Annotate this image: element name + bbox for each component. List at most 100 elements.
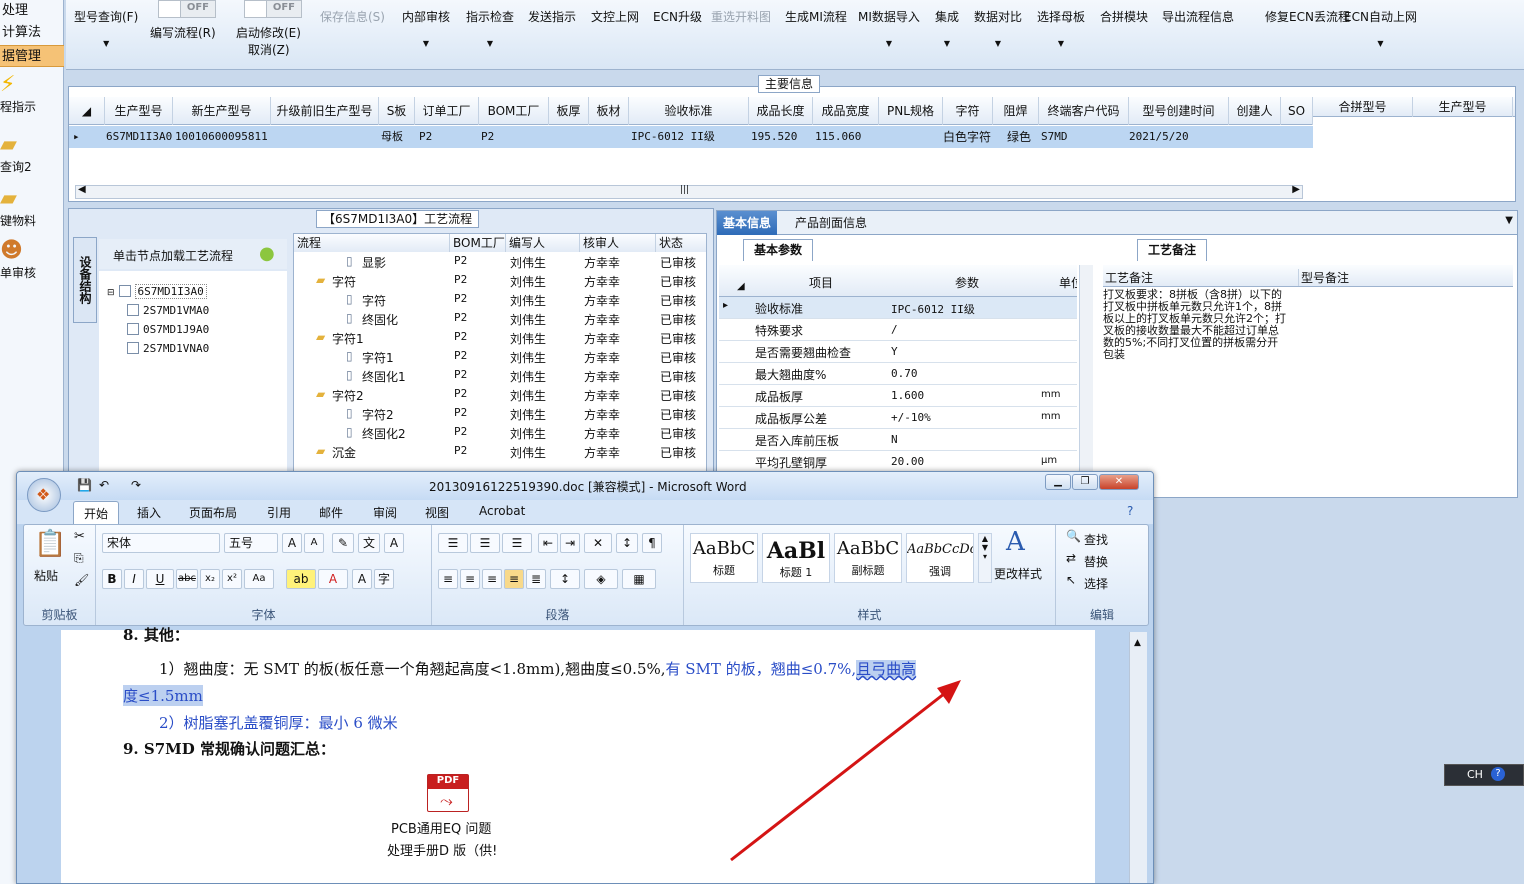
- paste-button[interactable]: 粘贴: [34, 567, 58, 584]
- checkbox[interactable]: [118, 285, 131, 297]
- find-icon[interactable]: 🔍: [1066, 529, 1081, 543]
- help-icon[interactable]: ?: [1127, 504, 1133, 518]
- table-row[interactable]: 最大翘曲度% 0.70: [719, 363, 1077, 385]
- strikethrough-button[interactable]: abc: [176, 569, 198, 589]
- style-title[interactable]: AaBbC 标题: [690, 533, 758, 583]
- numbering-icon[interactable]: ☰: [470, 533, 500, 553]
- scroll-right-icon[interactable]: ▶: [1292, 184, 1300, 195]
- col-header[interactable]: 订单工厂: [415, 97, 479, 125]
- change-styles-icon[interactable]: A: [1006, 527, 1025, 557]
- table-row[interactable]: 成品板厚公差 +/-10% mm: [719, 407, 1077, 429]
- table-row[interactable]: 是否需要翘曲检查 Y: [719, 341, 1077, 363]
- bullets-icon[interactable]: ☰: [438, 533, 468, 553]
- indicator-check-button[interactable]: 指示检查 ▼: [466, 8, 514, 48]
- list-item[interactable]: ▰ 字符2 P2 刘伟生 方幸幸 已审核: [294, 386, 706, 405]
- document-scrollbar[interactable]: ▲: [1129, 632, 1147, 883]
- justify-icon[interactable]: ≡: [504, 569, 524, 589]
- col-header[interactable]: 阻焊: [993, 97, 1039, 125]
- col-header[interactable]: 项目: [809, 274, 833, 291]
- list-item[interactable]: ▯ 字符2 P2 刘伟生 方幸幸 已审核: [294, 405, 706, 424]
- tab-basic-info[interactable]: 基本信息: [717, 211, 778, 235]
- table-row[interactable]: 平均孔壁铜厚 20.00 μm: [719, 451, 1077, 473]
- list-item[interactable]: ▯ 终固化 P2 刘伟生 方幸幸 已审核: [294, 310, 706, 329]
- edit-flow-toggle[interactable]: OFF: [158, 0, 216, 18]
- col-header[interactable]: 验收标准: [629, 97, 749, 125]
- ecn-upgrade-button[interactable]: ECN升级: [653, 8, 702, 25]
- checkbox[interactable]: [127, 323, 139, 335]
- table-row[interactable]: ▸ 6S7MD1I3A0 10010600095811 母板 P2 P2 IPC…: [69, 126, 1313, 148]
- tree-node[interactable]: 0S7MD1J9A0: [125, 323, 209, 341]
- scroll-left-icon[interactable]: ◀: [78, 184, 86, 195]
- remark-text[interactable]: 打叉板要求：8拼板（含8拼）以下的打叉板中拼板单元数只允许1个，8拼板以上的打叉…: [1103, 289, 1289, 489]
- horizontal-scrollbar[interactable]: ◀ ||| ▶: [75, 184, 1303, 199]
- align-left-icon[interactable]: ≡: [438, 569, 458, 589]
- list-item[interactable]: ▯ 终固化2 P2 刘伟生 方幸幸 已审核: [294, 424, 706, 443]
- cut-icon[interactable]: ✂: [74, 529, 85, 544]
- tab-layout[interactable]: 页面布局: [189, 504, 237, 521]
- char-shading-icon[interactable]: A: [352, 569, 372, 589]
- pdf-attachment-label-2[interactable]: 处理手册D 版（供!: [387, 840, 497, 859]
- char-border-icon[interactable]: A: [384, 533, 404, 553]
- tab-view[interactable]: 视图: [425, 504, 449, 521]
- shading-icon[interactable]: ◈: [584, 569, 618, 589]
- col-header[interactable]: BOM工厂: [450, 234, 506, 252]
- export-flow-button[interactable]: 导出流程信息: [1162, 8, 1234, 25]
- line-spacing-icon[interactable]: ↕: [550, 569, 580, 589]
- copy-icon[interactable]: ⎘: [74, 551, 84, 566]
- close-button[interactable]: ✕: [1099, 474, 1139, 490]
- help-icon[interactable]: ?: [1491, 767, 1505, 781]
- font-size-select[interactable]: 五号: [224, 533, 278, 553]
- show-marks-icon[interactable]: ¶: [642, 533, 662, 553]
- reselect-drawing-button[interactable]: 重选开料图: [711, 8, 771, 25]
- nav-item-calc[interactable]: 计算法: [0, 22, 64, 44]
- bold-button[interactable]: B: [102, 569, 122, 589]
- change-case-button[interactable]: Aa: [244, 569, 274, 589]
- tab-equipment[interactable]: 设备结构: [73, 237, 97, 323]
- list-item[interactable]: ▯ 字符1 P2 刘伟生 方幸幸 已审核: [294, 348, 706, 367]
- replace-button[interactable]: 替换: [1084, 553, 1108, 570]
- align-center-icon[interactable]: ≡: [460, 569, 480, 589]
- integrate-button[interactable]: 集成 ▼: [935, 8, 959, 48]
- start-modify-button[interactable]: 启动修改(E): [236, 24, 301, 41]
- document-page[interactable]: 8. 其他： 1）翘曲度：无 SMT 的板(板任意一个角翘起高度<1.8mm),…: [61, 626, 1095, 883]
- checkbox[interactable]: [127, 304, 139, 316]
- change-styles-button[interactable]: 更改样式: [994, 565, 1042, 582]
- col-header[interactable]: 终端客户代码: [1039, 97, 1129, 125]
- highlight-icon[interactable]: ab: [286, 569, 316, 589]
- nav-item-review[interactable]: ☻ 单审核: [0, 238, 64, 286]
- subtab-params[interactable]: 基本参数: [743, 239, 814, 261]
- chinese-layout-icon[interactable]: ✕: [584, 533, 612, 553]
- underline-button[interactable]: U: [146, 569, 174, 589]
- select-button[interactable]: 选择: [1084, 575, 1108, 592]
- table-row[interactable]: 特殊要求 /: [719, 319, 1077, 341]
- tree-node[interactable]: 2S7MD1VMA0: [125, 304, 209, 322]
- office-button[interactable]: ❖: [27, 478, 61, 512]
- col-header[interactable]: 成品宽度: [813, 97, 879, 125]
- start-modify-toggle[interactable]: OFF: [244, 0, 302, 18]
- table-row[interactable]: 是否入库前压板 N: [719, 429, 1077, 451]
- list-item[interactable]: ▰ 字符 P2 刘伟生 方幸幸 已审核: [294, 272, 706, 291]
- data-compare-button[interactable]: 数据对比 ▼: [974, 8, 1022, 48]
- col-header[interactable]: 型号备注: [1301, 269, 1349, 286]
- select-icon[interactable]: ↖: [1066, 573, 1076, 587]
- tab-insert[interactable]: 插入: [137, 504, 161, 521]
- col-header[interactable]: 板厚: [549, 97, 589, 125]
- list-item[interactable]: ▰ 字符1 P2 刘伟生 方幸幸 已审核: [294, 329, 706, 348]
- col-header[interactable]: 生产型号: [1413, 97, 1513, 117]
- phonetic-icon[interactable]: 文: [358, 533, 380, 553]
- save-icon[interactable]: 💾: [77, 478, 92, 492]
- align-right-icon[interactable]: ≡: [482, 569, 502, 589]
- clear-format-icon[interactable]: ✎: [332, 533, 354, 553]
- fix-ecn-button[interactable]: 修复ECN丢流程: [1265, 8, 1350, 25]
- mi-import-button[interactable]: MI数据导入 ▼: [858, 8, 920, 48]
- tab-references[interactable]: 引用: [267, 504, 291, 521]
- tree-node[interactable]: 2S7MD1VNA0: [125, 342, 209, 360]
- col-header[interactable]: 状态: [656, 234, 706, 252]
- sort-icon[interactable]: ↕: [616, 533, 638, 553]
- list-item[interactable]: ▯ 显影 P2 刘伟生 方幸幸 已审核: [294, 253, 706, 272]
- scroll-up-icon[interactable]: ▲: [1134, 638, 1141, 648]
- col-header[interactable]: 参数: [955, 274, 979, 291]
- ecn-auto-button[interactable]: ECN自动上网 ▼: [1344, 8, 1417, 48]
- col-header[interactable]: 单位: [1059, 274, 1077, 291]
- maximize-button[interactable]: ❐: [1072, 474, 1098, 490]
